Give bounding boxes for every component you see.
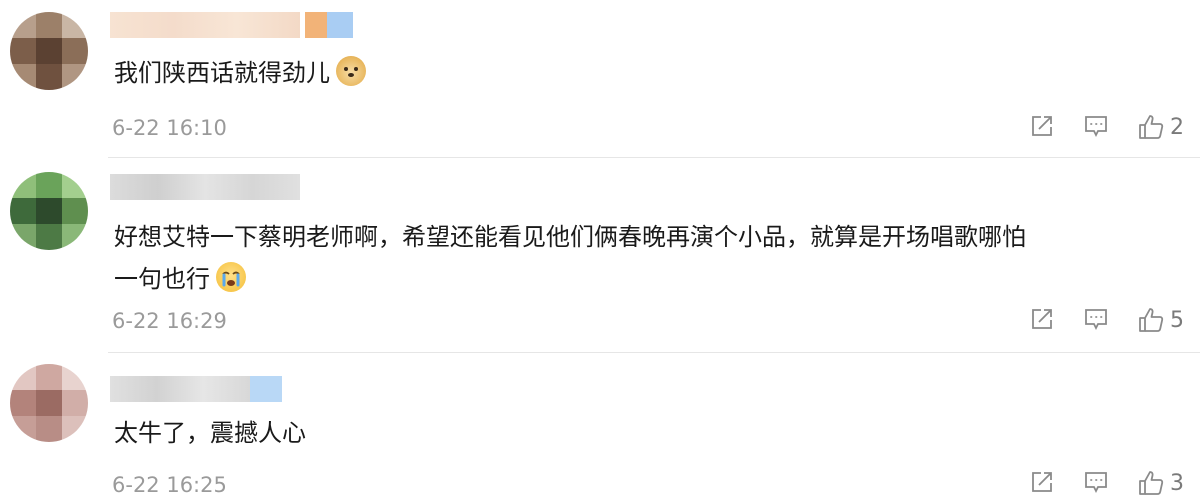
thumbs-up-icon [1139,115,1164,139]
comment-text: 我们陕西话就得劲儿 [114,52,366,94]
username-blurred[interactable] [110,376,282,402]
comment-timestamp: 6-22 16:29 [112,309,227,333]
comment-text-content: 太牛了，震撼人心 [114,419,306,447]
doge-emoji-icon [336,56,366,86]
comment-text-line: 一句也行 [114,258,1026,300]
share-icon [1032,309,1052,329]
comment-actions: 5 [1020,307,1200,337]
comment-timestamp: 6-22 16:25 [112,473,227,497]
share-button[interactable] [1030,114,1054,138]
comment-item: 太牛了，震撼人心 6-22 16:25 3 [0,354,1200,504]
avatar[interactable] [10,364,88,442]
like-count: 3 [1170,470,1184,496]
like-count: 5 [1170,307,1184,333]
comment-text-content: 一句也行 [114,265,210,293]
crying-emoji-icon [216,262,246,292]
like-count: 2 [1170,114,1184,140]
like-button[interactable]: 3 [1138,470,1184,496]
like-button[interactable]: 5 [1138,307,1184,333]
divider [108,352,1200,353]
like-button[interactable]: 2 [1138,114,1184,140]
avatar[interactable] [10,12,88,90]
comment-text-line: 好想艾特一下蔡明老师啊，希望还能看见他们俩春晚再演个小品，就算是开场唱歌哪怕 [114,223,1026,251]
reply-button[interactable] [1084,114,1108,138]
comment-actions: 3 [1020,470,1200,500]
divider [108,157,1200,158]
comment-text: 太牛了，震撼人心 [114,412,306,454]
comment-text-content: 我们陕西话就得劲儿 [114,59,330,87]
comment-icon [1085,472,1107,494]
avatar[interactable] [10,172,88,250]
share-icon [1032,116,1052,136]
share-button[interactable] [1030,307,1054,331]
thumbs-up-icon [1139,471,1164,495]
reply-button[interactable] [1084,307,1108,331]
comment-text: 好想艾特一下蔡明老师啊，希望还能看见他们俩春晚再演个小品，就算是开场唱歌哪怕 一… [114,216,1026,300]
comment-timestamp: 6-22 16:10 [112,116,227,140]
reply-button[interactable] [1084,470,1108,494]
thumbs-up-icon [1139,308,1164,332]
share-button[interactable] [1030,470,1054,494]
share-icon [1032,472,1052,492]
comment-actions: 2 [1020,114,1200,144]
comment-icon [1085,309,1107,331]
comment-item: 我们陕西话就得劲儿 6-22 16:10 2 [0,0,1200,160]
comment-item: 好想艾特一下蔡明老师啊，希望还能看见他们俩春晚再演个小品，就算是开场唱歌哪怕 一… [0,160,1200,354]
username-blurred[interactable] [110,174,300,200]
comment-icon [1085,116,1107,138]
username-blurred[interactable] [110,12,360,38]
